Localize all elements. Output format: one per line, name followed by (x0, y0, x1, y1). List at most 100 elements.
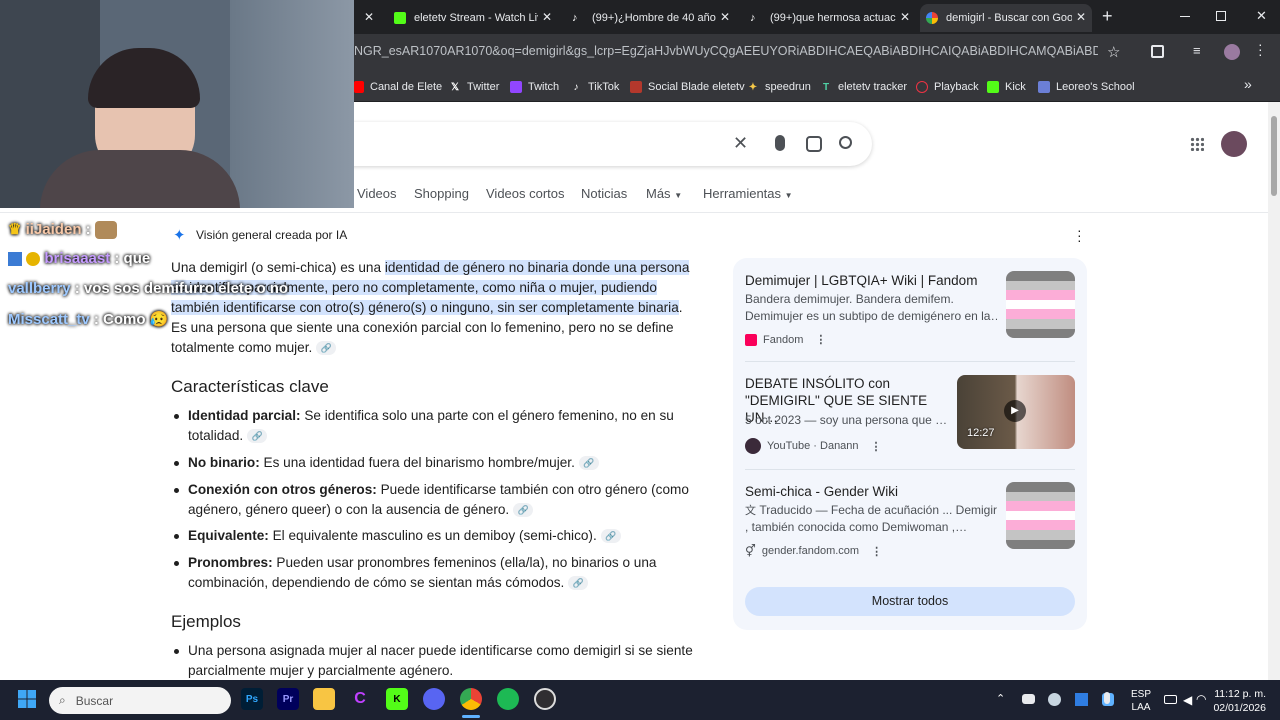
bullet (174, 561, 179, 566)
more-bookmarks-icon[interactable]: » (1244, 76, 1252, 92)
clear-search-icon[interactable]: ✕ (733, 133, 748, 154)
speedrun-icon: ✦ (748, 81, 758, 93)
extensions-icon[interactable] (1151, 45, 1164, 58)
voice-search-icon[interactable] (775, 135, 785, 151)
photoshop-icon[interactable]: Ps (241, 688, 263, 710)
dropdown-icon: ▼ (784, 191, 793, 200)
playback-icon (916, 81, 928, 93)
windows-start-icon[interactable] (18, 690, 36, 708)
more-options-icon[interactable]: ⋮ (871, 440, 882, 453)
obs-icon[interactable] (534, 688, 556, 710)
menu-icon[interactable]: · · · (1258, 37, 1263, 61)
bookmark-playback[interactable]: Playback (916, 77, 979, 97)
more-options-icon[interactable]: · · · (1077, 223, 1082, 247)
restore-icon[interactable] (1216, 11, 1226, 21)
show-all-button[interactable]: Mostrar todos (745, 587, 1075, 616)
star-icon[interactable]: ☆ (1107, 43, 1120, 61)
video-thumbnail[interactable]: ▶ 12:27 (957, 375, 1075, 449)
source-title[interactable]: Semi-chica - Gender Wiki (745, 483, 997, 500)
link-icon[interactable]: 🔗 (600, 529, 621, 544)
dropdown-icon: ▼ (674, 191, 683, 200)
taskbar-search[interactable]: ⌕ Buscar (49, 687, 231, 714)
premiere-icon[interactable]: Pr (277, 688, 299, 710)
account-avatar[interactable] (1221, 131, 1247, 157)
link-icon[interactable]: 🔗 (513, 503, 534, 518)
language-indicator[interactable]: ESP LAA (1131, 688, 1151, 714)
tab-herramientas[interactable]: Herramientas ▼ (703, 186, 793, 201)
scrollbar-thumb[interactable] (1271, 116, 1277, 196)
youtube-channel-avatar (745, 438, 761, 454)
search-icon[interactable] (839, 136, 852, 149)
tab-eletetv-stream[interactable]: eletetv Stream - Watch Live ✕ (388, 4, 558, 32)
link-icon[interactable]: 🔗 (247, 429, 268, 444)
bookmark-twitch[interactable]: Twitch (510, 77, 559, 97)
close-window-icon[interactable]: ✕ (1256, 8, 1267, 24)
speaker-icon[interactable]: ◀ (1183, 693, 1192, 707)
tab-google-search[interactable]: demigirl - Buscar con Google ✕ (920, 4, 1092, 32)
tab-tiktok-1[interactable]: ♪ (99+)¿Hombre de 40 años ✕ (566, 4, 736, 32)
link-icon[interactable]: 🔗 (568, 576, 589, 591)
section-heading-caracteristicas: Características clave (171, 377, 329, 396)
gender-wiki-icon: ⚥ (745, 544, 756, 558)
google-apps-icon[interactable] (1190, 137, 1204, 151)
bookmark-kick[interactable]: Kick (987, 77, 1026, 97)
capcut-icon[interactable]: C (349, 688, 371, 710)
microphone-icon[interactable] (1104, 692, 1110, 704)
bookmark-twitter[interactable]: 𝕏 Twitter (449, 77, 499, 97)
steam-icon[interactable] (1048, 693, 1061, 706)
tiktok-icon: ♪ (572, 12, 578, 24)
tab-videos[interactable]: Videos (357, 186, 397, 201)
minimize-icon[interactable] (1180, 16, 1190, 17)
wifi-icon[interactable]: ◠ (1196, 692, 1206, 706)
bookmark-eletetv-tracker[interactable]: Teletetv tracker (820, 77, 907, 97)
source-site[interactable]: YouTube · Danann ⋮ (745, 438, 882, 454)
close-tab-icon[interactable]: ✕ (1071, 10, 1086, 24)
lens-search-icon[interactable] (806, 136, 822, 152)
more-options-icon[interactable]: ⋮ (871, 545, 882, 558)
media-control-icon[interactable]: ≡ (1193, 43, 1201, 58)
file-explorer-icon[interactable] (313, 688, 335, 710)
source-site[interactable]: Fandom ⋮ (745, 333, 826, 346)
bookmark-leoreos-school[interactable]: Leoreo's School (1038, 77, 1135, 97)
person-hair (88, 48, 200, 108)
tray-expand-icon[interactable]: ⌃ (996, 692, 1005, 705)
tracker-icon: T (822, 81, 830, 93)
tray-app-icon[interactable] (1022, 694, 1035, 704)
school-icon (1038, 81, 1050, 93)
youtube-icon (354, 81, 364, 93)
close-tab-icon[interactable]: ✕ (537, 10, 552, 24)
tab-mas[interactable]: Más ▼ (646, 186, 682, 201)
more-options-icon[interactable]: ⋮ (815, 333, 826, 346)
url-field[interactable]: NGR_esAR1070AR1070&oq=demigirl&gs_lcrp=E… (354, 44, 1098, 58)
tab-noticias[interactable]: Noticias (581, 186, 627, 201)
close-tab-icon[interactable]: ✕ (895, 10, 910, 24)
demigirl-flag-image[interactable] (1006, 482, 1075, 550)
spotify-icon[interactable] (497, 688, 519, 710)
new-tab-button[interactable]: + (1102, 6, 1113, 27)
bullet (174, 534, 179, 539)
discord-icon[interactable] (423, 688, 445, 710)
close-tab-icon[interactable]: ✕ (715, 10, 730, 24)
bookmark-tiktok[interactable]: ♪ TikTok (570, 77, 620, 97)
rank-badge-icon (26, 252, 41, 267)
link-icon[interactable]: 🔗 (316, 341, 337, 356)
chrome-icon[interactable] (460, 688, 482, 710)
profile-avatar[interactable] (1224, 44, 1240, 60)
security-icon[interactable] (1075, 693, 1088, 706)
battery-icon[interactable] (1164, 695, 1177, 704)
bookmark-canal-de-elete[interactable]: Canal de Elete (354, 77, 442, 97)
kick-icon[interactable]: K (386, 688, 408, 710)
search-box[interactable] (300, 122, 872, 166)
tab-videos-cortos[interactable]: Videos cortos (486, 186, 565, 201)
source-title[interactable]: Demimujer | LGBTQIA+ Wiki | Fandom (745, 272, 997, 289)
tab-tiktok-2[interactable]: ♪ (99+)que hermosa actuación ✕ (744, 4, 916, 32)
bookmark-speedrun[interactable]: ✦ speedrun (747, 77, 811, 97)
demigirl-flag-image[interactable] (1006, 271, 1075, 339)
bookmark-social-blade[interactable]: Social Blade eletetv (630, 77, 745, 97)
source-site[interactable]: ⚥ gender.fandom.com ⋮ (745, 544, 882, 558)
clock[interactable]: 11:12 p. m. 02/01/2026 (1210, 687, 1266, 715)
close-tab-icon[interactable]: ✕ (364, 10, 374, 24)
webcam-overlay (0, 0, 354, 208)
link-icon[interactable]: 🔗 (578, 456, 599, 471)
tab-shopping[interactable]: Shopping (414, 186, 469, 201)
